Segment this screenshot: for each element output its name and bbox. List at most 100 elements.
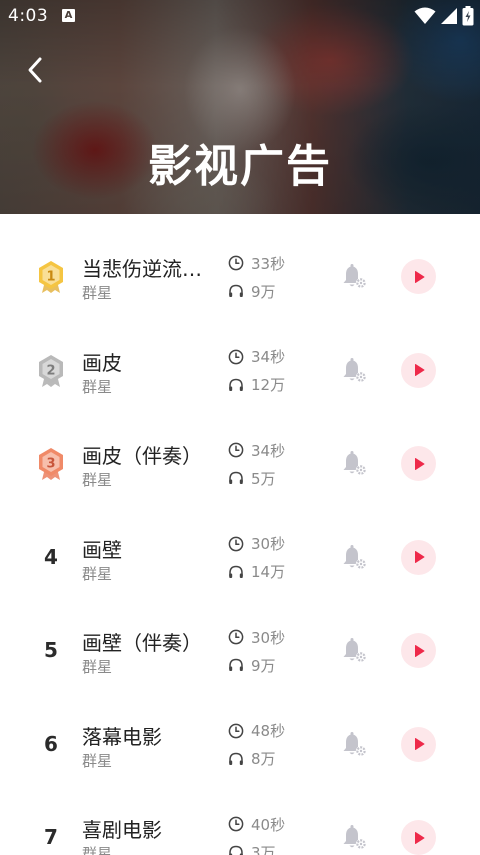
song-artist: 群星 (82, 751, 113, 770)
rank-number: 1 (46, 270, 55, 285)
play-button[interactable] (401, 726, 436, 762)
headphones-icon (229, 658, 243, 671)
set-ringtone-button[interactable] (338, 542, 370, 574)
song-row[interactable]: 6 落幕电影 群星 48秒 8万 (0, 698, 480, 791)
rank-number: 7 (44, 825, 58, 849)
play-button[interactable] (401, 259, 436, 294)
song-row[interactable]: 2 画皮 群星 34秒 12万 (0, 324, 480, 417)
status-time: 4:03 (8, 6, 49, 26)
battery-charging-icon (462, 6, 474, 26)
bell-settings-icon (343, 357, 367, 382)
rank-number: 6 (44, 731, 58, 756)
song-title[interactable]: 画壁（伴奏） (82, 627, 202, 656)
plays-text: 12万 (251, 376, 286, 394)
bell-settings-icon (343, 451, 367, 476)
play-icon (414, 831, 424, 844)
set-ringtone-button[interactable] (338, 448, 370, 480)
song-artist: 群星 (82, 377, 113, 396)
rank-number: 5 (44, 638, 58, 662)
bell-settings-icon (343, 638, 367, 663)
play-icon (414, 738, 424, 750)
play-button[interactable] (401, 352, 436, 388)
play-icon (414, 457, 424, 470)
song-artist: 群星 (82, 284, 113, 302)
clock-icon (228, 255, 244, 271)
play-button[interactable] (401, 633, 436, 668)
clock-icon (228, 349, 244, 364)
play-icon (414, 644, 424, 657)
song-artist: 群星 (82, 658, 113, 676)
song-title[interactable]: 画壁 (82, 534, 122, 563)
play-button[interactable] (401, 820, 436, 855)
song-title[interactable]: 喜剧电影 (82, 814, 162, 843)
bell-settings-icon (343, 731, 367, 756)
plays-info: 3万 (228, 842, 276, 855)
set-ringtone-button[interactable] (338, 729, 370, 761)
play-button[interactable] (401, 446, 436, 481)
song-title[interactable]: 落幕电影 (82, 721, 162, 750)
headphones-icon (229, 845, 243, 855)
rank-number: 3 (46, 457, 55, 472)
plays-text: 8万 (251, 750, 276, 768)
duration-info: 30秒 (228, 627, 285, 647)
clock-icon (228, 442, 244, 458)
set-ringtone-button[interactable] (338, 261, 370, 293)
song-row[interactable]: 7 喜剧电影 群星 40秒 3万 (0, 791, 480, 855)
duration-text: 34秒 (251, 441, 286, 460)
headphones-icon (229, 752, 243, 765)
clock-icon (228, 629, 244, 645)
plays-info: 9万 (228, 655, 276, 675)
duration-text: 40秒 (251, 815, 286, 834)
plays-text: 5万 (251, 469, 276, 488)
headphones-icon (229, 284, 243, 297)
bell-settings-icon (343, 825, 367, 850)
page-title: 影视广告 (148, 141, 332, 192)
song-title[interactable]: 画皮 (82, 347, 122, 376)
plays-text: 9万 (251, 282, 276, 301)
headphones-icon (229, 378, 243, 391)
chevron-left-icon (28, 57, 42, 83)
plays-info: 5万 (228, 468, 276, 488)
play-button[interactable] (401, 539, 436, 575)
gold-medal-icon: 1 (34, 257, 68, 297)
set-ringtone-button[interactable] (338, 822, 370, 854)
back-button[interactable] (20, 52, 50, 88)
set-ringtone-button[interactable] (338, 355, 370, 387)
duration-info: 33秒 (228, 253, 285, 273)
rank-number: 4 (44, 544, 58, 569)
plays-info: 8万 (228, 749, 276, 769)
duration-info: 34秒 (228, 440, 285, 460)
duration-text: 48秒 (251, 722, 286, 740)
set-ringtone-button[interactable] (338, 635, 370, 667)
plays-text: 9万 (251, 656, 276, 675)
play-icon (414, 270, 424, 283)
song-artist: 群星 (82, 564, 113, 583)
status-bar: 4:03 A (0, 0, 480, 34)
plays-text: 14万 (251, 563, 286, 581)
bronze-medal-icon: 3 (34, 444, 68, 484)
song-list: 1 当悲伤逆流… 群星 33秒 9万 2 画皮 群星 34秒 12万 3 画皮（… (0, 214, 480, 855)
duration-info: 48秒 (228, 721, 285, 741)
plays-info: 9万 (228, 281, 276, 301)
song-title[interactable]: 当悲伤逆流… (82, 253, 202, 282)
song-row[interactable]: 1 当悲伤逆流… 群星 33秒 9万 (0, 230, 480, 323)
clock-icon (228, 536, 244, 551)
song-artist: 群星 (82, 845, 113, 855)
duration-text: 33秒 (251, 254, 286, 273)
plays-info: 14万 (228, 562, 285, 582)
song-artist: 群星 (82, 471, 113, 489)
silver-medal-icon: 2 (34, 351, 68, 391)
duration-text: 30秒 (251, 628, 286, 647)
song-row[interactable]: 5 画壁（伴奏） 群星 30秒 9万 (0, 604, 480, 697)
duration-text: 34秒 (251, 348, 286, 366)
signal-icon (441, 8, 457, 24)
bell-settings-icon (343, 544, 367, 569)
headphones-icon (229, 565, 243, 578)
song-row[interactable]: 4 画壁 群星 30秒 14万 (0, 511, 480, 604)
song-row[interactable]: 3 画皮（伴奏） 群星 34秒 5万 (0, 417, 480, 510)
duration-info: 30秒 (228, 534, 285, 554)
clock-icon (228, 816, 244, 832)
song-title[interactable]: 画皮（伴奏） (82, 440, 202, 469)
plays-info: 12万 (228, 375, 285, 395)
play-icon (414, 364, 424, 376)
